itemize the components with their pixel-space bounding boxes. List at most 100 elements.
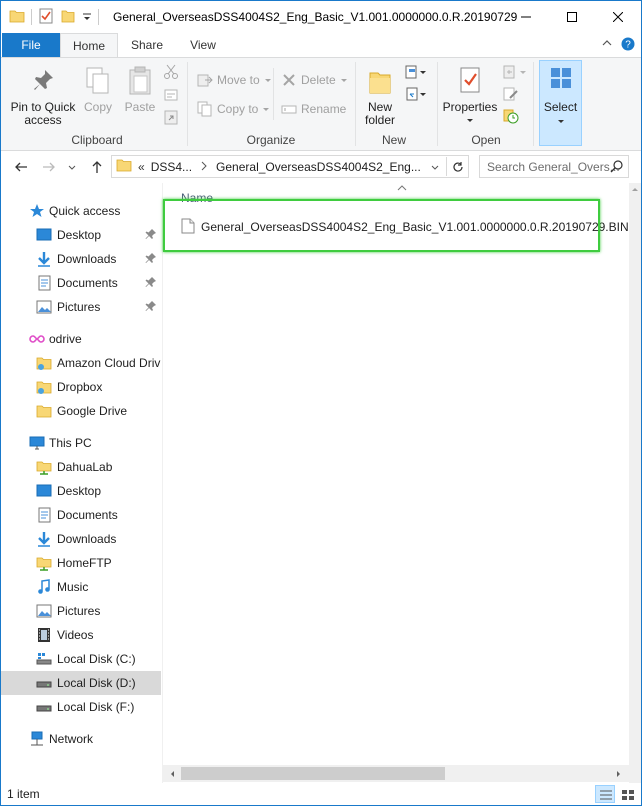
- up-arrow-icon[interactable]: [89, 159, 105, 178]
- nav-qa-documents[interactable]: Documents: [1, 271, 161, 295]
- history-icon[interactable]: [503, 108, 519, 127]
- pin-to-quick-access-button[interactable]: Pin to Quick access: [7, 68, 79, 127]
- large-icons-view-button[interactable]: [617, 785, 637, 803]
- breadcrumb-current[interactable]: General_OverseasDSS4004S2_Eng...: [216, 160, 421, 174]
- delete-button[interactable]: Delete: [281, 72, 348, 88]
- move-to-icon: [197, 74, 213, 87]
- nav-quick-access[interactable]: Quick access: [1, 199, 161, 223]
- tab-file[interactable]: File: [2, 33, 60, 57]
- tab-home[interactable]: Home: [60, 33, 118, 58]
- details-view-icon: [600, 790, 612, 800]
- nav-pictures[interactable]: Pictures: [1, 599, 161, 623]
- pin-icon[interactable]: [145, 276, 157, 291]
- clipboard-group-label: Clipboard: [71, 133, 123, 147]
- nav-google-drive[interactable]: Google Drive: [1, 399, 161, 423]
- nav-homeftp[interactable]: HomeFTP: [1, 551, 161, 575]
- cut-icon[interactable]: [163, 64, 179, 83]
- tab-view[interactable]: View: [177, 33, 229, 57]
- pin-icon[interactable]: [145, 300, 157, 315]
- horizontal-scrollbar[interactable]: [163, 765, 629, 782]
- address-dropdown-icon[interactable]: [430, 161, 440, 175]
- search-icon[interactable]: [610, 159, 624, 176]
- nav-qa-downloads-label: Downloads: [57, 252, 117, 266]
- nav-disk-d-label: Local Disk (D:): [57, 676, 136, 690]
- file-row[interactable]: General_OverseasDSS4004S2_Eng_Basic_V1.0…: [181, 217, 629, 237]
- ribbon-tabs: File Home Share View ?: [1, 33, 641, 58]
- easy-access-icon[interactable]: [405, 86, 427, 105]
- customize-qat-icon[interactable]: [82, 8, 92, 27]
- vertical-scrollbar[interactable]: [629, 183, 641, 783]
- nav-music[interactable]: Music: [1, 575, 161, 599]
- details-view-button[interactable]: [595, 785, 615, 803]
- properties-button[interactable]: Properties: [441, 66, 499, 127]
- delete-icon: [283, 74, 295, 86]
- properties-label: Properties: [442, 100, 498, 114]
- nav-pc-documents[interactable]: Documents: [1, 503, 161, 527]
- edit-icon[interactable]: [503, 86, 519, 105]
- nav-videos[interactable]: Videos: [1, 623, 161, 647]
- new-folder-button[interactable]: New folder: [359, 66, 401, 127]
- recent-locations-icon[interactable]: [67, 161, 77, 175]
- nav-dropbox[interactable]: Dropbox: [1, 375, 161, 399]
- download-arrow-icon: [36, 251, 52, 267]
- nav-pc-desktop[interactable]: Desktop: [1, 479, 161, 503]
- move-to-button[interactable]: Move to: [197, 72, 272, 88]
- copy-to-dropdown-icon: [263, 108, 270, 111]
- cloud-folder-icon: [36, 355, 52, 371]
- pin-icon[interactable]: [145, 228, 157, 243]
- desktop-icon: [36, 227, 52, 243]
- music-note-icon: [36, 579, 52, 595]
- properties-check-icon[interactable]: [38, 8, 54, 27]
- scroll-right-icon[interactable]: [615, 770, 623, 778]
- nav-disk-d[interactable]: Local Disk (D:): [1, 671, 161, 695]
- nav-amazon-cloud-drive[interactable]: Amazon Cloud Driv: [1, 351, 161, 375]
- breadcrumb-overflow[interactable]: «: [138, 160, 145, 174]
- pin-icon[interactable]: [145, 252, 157, 267]
- nav-odrive[interactable]: odrive: [1, 327, 161, 351]
- rename-icon: [281, 105, 297, 114]
- open-icon[interactable]: [503, 64, 529, 83]
- paste-shortcut-icon[interactable]: [163, 109, 179, 128]
- paste-button[interactable]: Paste: [121, 66, 159, 114]
- nav-pc-downloads[interactable]: Downloads: [1, 527, 161, 551]
- nav-dahualab[interactable]: DahuaLab: [1, 455, 161, 479]
- nav-pictures-label: Pictures: [57, 604, 101, 618]
- search-box[interactable]: Search General_Overs...: [479, 155, 629, 178]
- rename-button[interactable]: Rename: [281, 101, 346, 117]
- copy-path-icon[interactable]: [163, 87, 179, 106]
- new-item-icon[interactable]: [405, 64, 427, 83]
- new-folder-icon[interactable]: [60, 8, 76, 27]
- scroll-up-icon[interactable]: [631, 185, 639, 193]
- column-header-name[interactable]: Name: [181, 191, 213, 205]
- breadcrumb-chevron-icon[interactable]: [200, 160, 208, 174]
- collapse-ribbon-icon[interactable]: [601, 37, 613, 52]
- copy-to-button[interactable]: Copy to: [197, 101, 270, 117]
- horizontal-scroll-thumb[interactable]: [181, 767, 445, 780]
- minimize-button[interactable]: [503, 1, 549, 33]
- nav-disk-c[interactable]: Local Disk (C:): [1, 647, 161, 671]
- pictures-icon: [36, 603, 52, 619]
- tab-share[interactable]: Share: [121, 33, 173, 57]
- nav-disk-f[interactable]: Local Disk (F:): [1, 695, 161, 719]
- maximize-button[interactable]: [549, 1, 595, 33]
- forward-arrow-icon[interactable]: [41, 159, 57, 178]
- copy-button[interactable]: Copy: [81, 66, 115, 114]
- help-icon[interactable]: ?: [621, 37, 635, 54]
- nav-videos-label: Videos: [57, 628, 94, 642]
- nav-qa-downloads[interactable]: Downloads: [1, 247, 161, 271]
- nav-qa-pictures[interactable]: Pictures: [1, 295, 161, 319]
- nav-this-pc[interactable]: This PC: [1, 431, 161, 455]
- nav-qa-desktop[interactable]: Desktop: [1, 223, 161, 247]
- address-bar[interactable]: « DSS4... General_OverseasDSS4004S2_Eng.…: [111, 155, 469, 178]
- scroll-left-icon[interactable]: [168, 770, 176, 778]
- drive-icon: [36, 675, 52, 691]
- file-name: General_OverseasDSS4004S2_Eng_Basic_V1.0…: [201, 220, 629, 234]
- breadcrumb-dss4[interactable]: DSS4...: [151, 160, 192, 174]
- select-button[interactable]: Select: [539, 60, 582, 146]
- refresh-icon[interactable]: [446, 157, 468, 176]
- explorer-window: General_OverseasDSS4004S2_Eng_Basic_V1.0…: [0, 0, 642, 806]
- nav-network[interactable]: Network: [1, 727, 161, 751]
- close-button[interactable]: [595, 1, 641, 33]
- quick-access-toolbar: [9, 7, 99, 27]
- back-arrow-icon[interactable]: [13, 159, 29, 178]
